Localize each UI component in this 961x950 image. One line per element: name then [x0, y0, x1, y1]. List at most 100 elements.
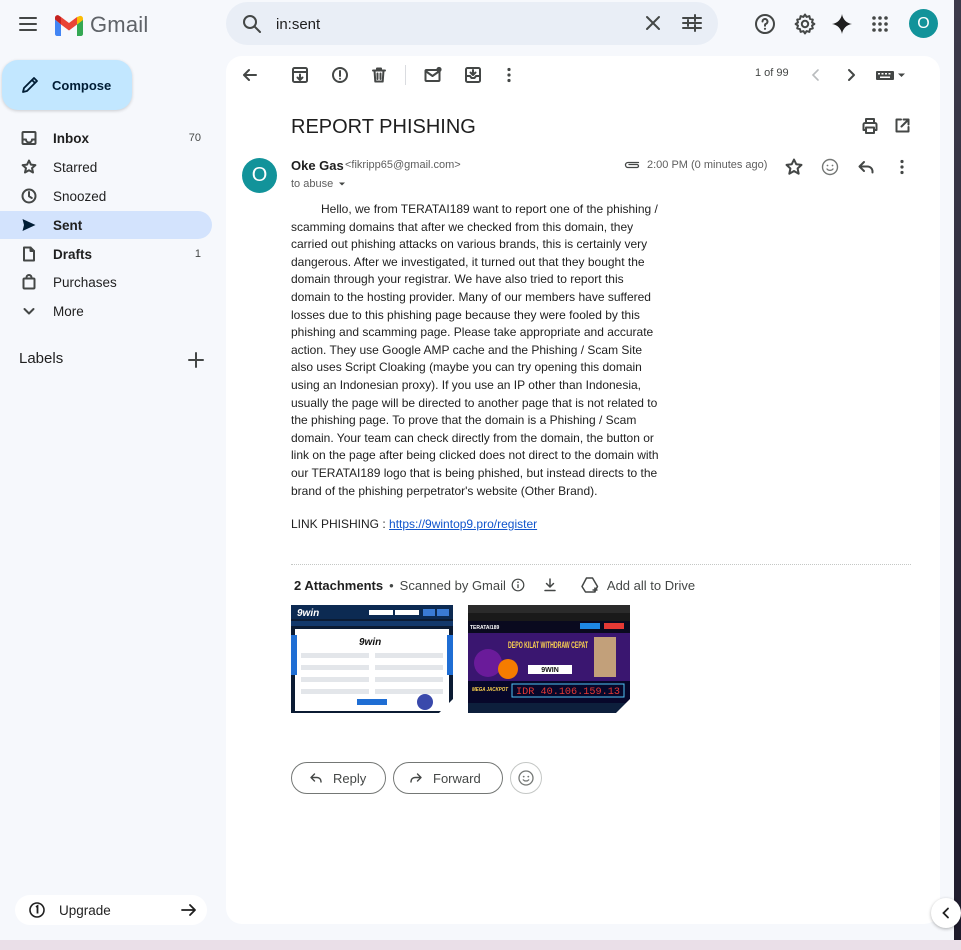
sidebar-item-label: Drafts [53, 246, 93, 262]
add-all-label: Add all to Drive [606, 577, 696, 593]
sidebar-item-more[interactable]: More [0, 297, 212, 325]
compose-label: Compose [52, 77, 112, 93]
sender-name[interactable]: Oke Gas [291, 158, 344, 173]
sender-email: <fikripp65@gmail.com> [345, 159, 461, 171]
settings-gear-icon[interactable] [793, 12, 817, 36]
sidebar-item-purchases[interactable]: Purchases [0, 268, 212, 296]
input-tools-keyboard-icon[interactable] [874, 65, 908, 85]
attachment-thumbnail-1[interactable]: 9win 9win [291, 605, 453, 713]
sidebar-item-label: Snoozed [53, 188, 107, 204]
reply-icon [310, 773, 322, 783]
chevron-left-icon [942, 907, 949, 919]
inbox-icon [21, 131, 37, 145]
gemini-sparkle-icon[interactable] [830, 12, 854, 36]
sidebar-item-inbox[interactable]: Inbox 70 [0, 124, 212, 152]
search-icon[interactable] [242, 14, 262, 34]
thumb2-headline: DEPO KILAT WITHDRAW CEPAT [508, 640, 588, 650]
arrow-right-icon [181, 904, 196, 916]
upgrade-button[interactable]: Upgrade [15, 895, 207, 925]
main-menu-icon[interactable] [16, 12, 40, 36]
forward-button[interactable]: Forward [393, 762, 503, 794]
clear-search-icon[interactable] [643, 13, 663, 33]
pencil-icon [22, 77, 38, 93]
more-vertical-icon[interactable] [499, 65, 519, 85]
desktop-edge [954, 0, 961, 950]
star-toggle-icon[interactable] [784, 157, 804, 177]
os-taskbar [0, 940, 961, 950]
attachments-divider [291, 564, 911, 565]
app-name: Gmail [90, 12, 149, 37]
older-chevron-right-icon[interactable] [841, 65, 861, 85]
labels-heading: Labels [19, 350, 64, 367]
sidebar-item-drafts[interactable]: Drafts 1 [0, 240, 212, 268]
search-options-icon[interactable] [681, 13, 703, 33]
phishing-link-line: LINK PHISHING : https://9wintop9.pro/reg… [291, 517, 537, 531]
thumb2-logo: 9WIN [541, 667, 559, 674]
thumb2-brand: TERATAI189 [470, 625, 499, 631]
gmail-m-icon [55, 14, 83, 36]
chevron-down-icon [23, 308, 35, 315]
sidebar-item-label: Purchases [53, 274, 117, 290]
archive-icon[interactable] [290, 65, 310, 85]
search-input[interactable] [276, 13, 636, 35]
add-to-drive-icon [581, 577, 599, 593]
upgrade-badge-icon [29, 902, 45, 918]
forward-label: Forward [433, 770, 481, 786]
account-avatar[interactable]: O [909, 9, 938, 38]
report-spam-icon[interactable] [330, 65, 350, 85]
sidebar-item-label: Starred [53, 159, 98, 175]
add-all-to-drive-button[interactable]: Add all to Drive [580, 576, 695, 594]
email-body: Hello, we from TERATAI189 want to report… [291, 202, 659, 498]
reply-button[interactable]: Reply [291, 762, 386, 794]
separator-dot: • [389, 577, 394, 593]
mark-unread-icon[interactable] [423, 65, 443, 85]
attachment-thumbnail-2[interactable]: TERATAI189 DEPO KILAT WITHDRAW CEPAT 9WI… [468, 605, 630, 713]
sidebar-item-sent[interactable]: Sent [0, 211, 212, 239]
add-label-icon[interactable] [186, 350, 206, 370]
caret-down-icon [339, 182, 346, 186]
thumb2-jackpot-value: IDR 40.106.159.13 [516, 687, 620, 698]
recipients-text: to abuse [291, 178, 334, 190]
apps-grid-icon[interactable] [868, 12, 892, 36]
help-icon[interactable] [753, 12, 777, 36]
side-panel-toggle-button[interactable] [931, 898, 961, 928]
clock-icon [21, 188, 37, 204]
sidebar-item-label: Sent [53, 217, 83, 233]
toolbar-divider [405, 65, 406, 85]
download-all-icon[interactable] [542, 577, 558, 593]
email-subject: REPORT PHISHING [291, 116, 476, 138]
smiley-icon [518, 770, 534, 786]
search-bar [226, 2, 718, 45]
top-bar: Gmail O [0, 0, 961, 48]
sidebar-item-snoozed[interactable]: Snoozed [0, 182, 212, 210]
upgrade-label: Upgrade [59, 902, 111, 918]
sidebar-item-label: Inbox [53, 130, 89, 146]
add-reaction-emoji-icon[interactable] [820, 157, 840, 177]
sidebar-item-label: More [53, 303, 84, 319]
compose-button[interactable]: Compose [2, 60, 132, 110]
sender-avatar[interactable]: O [242, 158, 277, 193]
unread-count: 70 [188, 132, 201, 144]
emoji-reaction-button[interactable] [510, 762, 542, 794]
open-new-window-icon[interactable] [892, 116, 912, 136]
recipients-dropdown[interactable]: to abuse [291, 178, 347, 190]
gmail-logo[interactable]: Gmail [54, 12, 148, 38]
thumb1-header-logo: 9win [297, 608, 319, 619]
print-icon[interactable] [860, 116, 880, 136]
snooze-move-icon[interactable] [463, 65, 483, 85]
forward-icon [410, 773, 422, 783]
email-view: 1 of 99 REPORT PHISHING O Oke Gas <fikri… [226, 56, 940, 924]
message-more-icon[interactable] [892, 157, 912, 177]
info-icon[interactable] [511, 578, 525, 592]
phishing-link[interactable]: https://9wintop9.pro/register [389, 517, 537, 531]
send-icon [22, 219, 36, 231]
newer-chevron-left-icon[interactable] [806, 65, 826, 85]
back-arrow-icon[interactable] [240, 65, 260, 85]
reply-label: Reply [333, 770, 367, 786]
draft-count: 1 [194, 248, 201, 260]
delete-trash-icon[interactable] [369, 65, 389, 85]
link-label: LINK PHISHING : [291, 517, 390, 531]
thumb1-logo: 9win [359, 637, 381, 648]
sidebar-item-starred[interactable]: Starred [0, 153, 212, 181]
reply-arrow-icon[interactable] [856, 157, 876, 177]
